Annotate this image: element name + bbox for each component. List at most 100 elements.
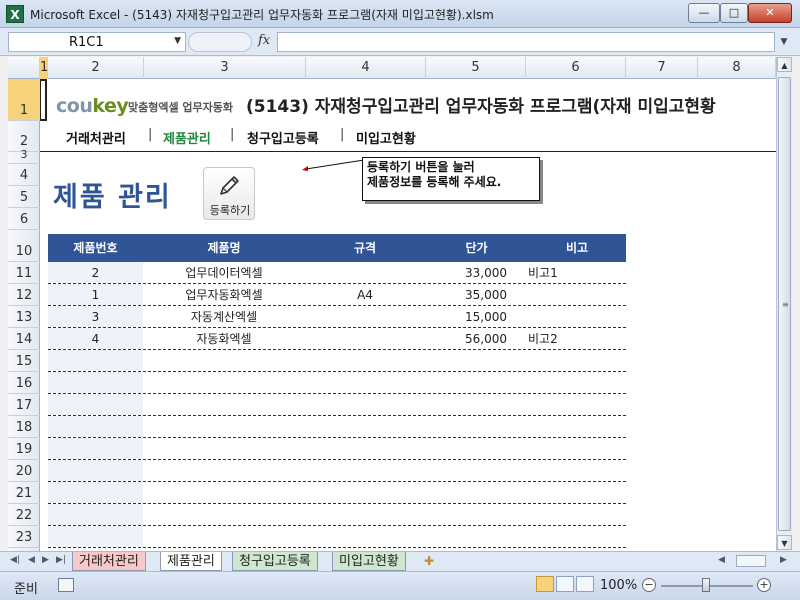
table-row[interactable] <box>48 526 626 548</box>
cell-unit-price[interactable]: 15,000 <box>425 306 507 327</box>
sheet-tab-unreceived[interactable]: 미입고현황 <box>332 552 406 571</box>
scroll-thumb[interactable]: ≡ <box>778 77 791 531</box>
cell-product-name[interactable] <box>143 394 305 415</box>
cell-product-name[interactable] <box>143 526 305 547</box>
nav-item-request-receipt[interactable]: 청구입고등록 <box>247 128 319 147</box>
column-header[interactable]: 2 <box>48 57 144 79</box>
scroll-left-icon[interactable]: ◀ <box>718 555 725 565</box>
nav-item-clients[interactable]: 거래처관리 <box>66 128 126 147</box>
column-header[interactable]: 4 <box>306 57 426 79</box>
prev-sheet-icon[interactable]: ◀ <box>28 555 35 565</box>
cell-remarks[interactable] <box>528 460 626 481</box>
sheet-tab-products[interactable]: 제품관리 <box>160 552 222 571</box>
scroll-right-icon[interactable]: ▶ <box>780 555 787 565</box>
minimize-button[interactable]: — <box>688 3 720 23</box>
cell-product-name[interactable] <box>143 350 305 371</box>
cell-spec[interactable] <box>305 350 425 371</box>
zoom-slider-thumb[interactable] <box>702 578 710 592</box>
cell-product-no[interactable] <box>48 504 143 525</box>
row-header[interactable]: 6 <box>8 208 40 230</box>
cell-product-name[interactable]: 업무데이터엑셀 <box>143 262 305 283</box>
cell-remarks[interactable] <box>528 416 626 437</box>
cell-spec[interactable] <box>305 262 425 283</box>
row-header[interactable]: 4 <box>8 164 40 186</box>
table-row[interactable]: 1 업무자동화엑셀 A4 35,000 <box>48 284 626 306</box>
cell-unit-price[interactable] <box>425 350 507 371</box>
row-header[interactable]: 22 <box>8 504 40 526</box>
row-header[interactable]: 14 <box>8 328 40 350</box>
cell-spec[interactable] <box>305 438 425 459</box>
cell-unit-price[interactable] <box>425 482 507 503</box>
nav-item-products[interactable]: 제품관리 <box>163 128 211 147</box>
cell-product-no[interactable]: 4 <box>48 328 143 349</box>
cell-unit-price[interactable]: 33,000 <box>425 262 507 283</box>
sheet-tab-request-receipt[interactable]: 청구입고등록 <box>232 552 318 571</box>
table-row[interactable] <box>48 460 626 482</box>
name-box[interactable]: R1C1 ▼ <box>8 32 186 52</box>
cell-spec[interactable] <box>305 372 425 393</box>
cell-product-name[interactable] <box>143 416 305 437</box>
cell-remarks[interactable] <box>528 438 626 459</box>
chevron-down-icon[interactable]: ▼ <box>776 32 792 52</box>
row-header[interactable]: 11 <box>8 262 40 284</box>
table-row[interactable] <box>48 504 626 526</box>
cell-remarks[interactable]: 비고1 <box>528 262 626 283</box>
column-header[interactable]: 8 <box>698 57 776 79</box>
cell-product-no[interactable]: 1 <box>48 284 143 305</box>
last-sheet-icon[interactable]: ▶| <box>56 555 66 565</box>
cell-product-no[interactable] <box>48 526 143 547</box>
sheet-tab-clients[interactable]: 거래처관리 <box>72 552 146 571</box>
row-header[interactable]: 19 <box>8 438 40 460</box>
cell-product-no[interactable] <box>48 394 143 415</box>
maximize-button[interactable]: □ <box>720 3 748 23</box>
cell-spec[interactable] <box>305 394 425 415</box>
zoom-level[interactable]: 100% <box>600 578 637 593</box>
cell-product-name[interactable]: 자동계산엑셀 <box>143 306 305 327</box>
cell-remarks[interactable] <box>528 394 626 415</box>
table-row[interactable]: 4 자동화엑셀 56,000 비고2 <box>48 328 626 350</box>
cell-product-no[interactable] <box>48 372 143 393</box>
page-layout-view-button[interactable] <box>556 576 574 592</box>
column-header[interactable]: 3 <box>144 57 306 79</box>
row-header[interactable]: 21 <box>8 482 40 504</box>
cell-product-no[interactable] <box>48 460 143 481</box>
table-row[interactable] <box>48 438 626 460</box>
row-header[interactable]: 23 <box>8 526 40 548</box>
row-header[interactable]: 15 <box>8 350 40 372</box>
table-row[interactable] <box>48 394 626 416</box>
cell-spec[interactable] <box>305 504 425 525</box>
table-row[interactable] <box>48 416 626 438</box>
column-header[interactable]: 1 <box>40 57 48 79</box>
row-header[interactable]: 13 <box>8 306 40 328</box>
row-header[interactable]: 3 <box>8 148 40 164</box>
column-header[interactable]: 5 <box>426 57 526 79</box>
page-break-view-button[interactable] <box>576 576 594 592</box>
cell-spec[interactable] <box>305 306 425 327</box>
cell-unit-price[interactable] <box>425 504 507 525</box>
cell-product-name[interactable]: 업무자동화엑셀 <box>143 284 305 305</box>
chevron-down-icon[interactable]: ▼ <box>174 36 181 46</box>
cell-remarks[interactable]: 비고2 <box>528 328 626 349</box>
cell-remarks[interactable] <box>528 504 626 525</box>
zoom-in-button[interactable]: + <box>757 578 771 592</box>
cell-product-no[interactable] <box>48 482 143 503</box>
macro-record-icon[interactable] <box>58 578 74 592</box>
table-row[interactable] <box>48 350 626 372</box>
scroll-thumb[interactable] <box>736 555 766 567</box>
cell-unit-price[interactable] <box>425 372 507 393</box>
cell-product-no[interactable] <box>48 350 143 371</box>
row-header[interactable]: 12 <box>8 284 40 306</box>
table-row[interactable]: 2 업무데이터엑셀 33,000 비고1 <box>48 262 626 284</box>
cell-unit-price[interactable] <box>425 460 507 481</box>
cell-product-no[interactable] <box>48 438 143 459</box>
row-header[interactable]: 18 <box>8 416 40 438</box>
cell-remarks[interactable] <box>528 350 626 371</box>
worksheet[interactable]: coukey 맞춤형엑셀 업무자동화 (5143) 자재청구입고관리 업무자동화… <box>40 79 776 551</box>
column-header[interactable]: 6 <box>526 57 626 79</box>
cell-unit-price[interactable]: 56,000 <box>425 328 507 349</box>
column-header[interactable]: 7 <box>626 57 698 79</box>
row-header[interactable]: 20 <box>8 460 40 482</box>
scroll-down-icon[interactable]: ▼ <box>777 535 792 550</box>
cell-remarks[interactable] <box>528 482 626 503</box>
table-row[interactable]: 3 자동계산엑셀 15,000 <box>48 306 626 328</box>
